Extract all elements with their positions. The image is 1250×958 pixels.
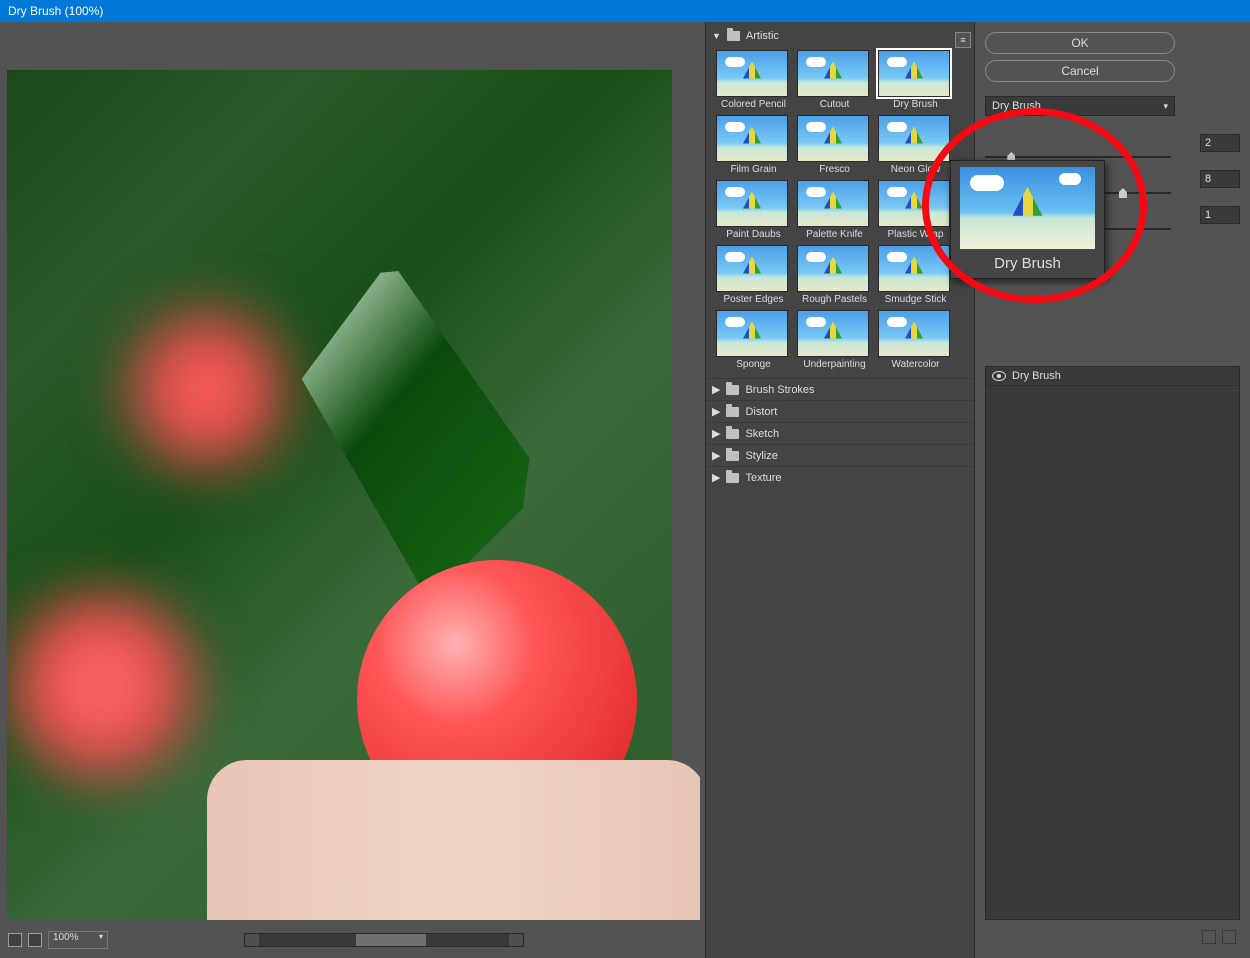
folder-icon [726, 407, 739, 417]
param-input-0[interactable] [1200, 134, 1240, 152]
preview-pane: 100% ▾ [0, 22, 705, 958]
filter-thumb-rough-pastels[interactable]: Rough Pastels [797, 245, 872, 305]
filter-thumb-palette-knife[interactable]: Palette Knife [797, 180, 872, 240]
category-brush-strokes[interactable]: ▶Brush Strokes [706, 378, 974, 400]
category-label: Artistic [746, 30, 779, 42]
folder-icon [726, 429, 739, 439]
triangle-right-icon: ▶ [712, 383, 720, 396]
preview-toolbar: 100% ▾ [8, 930, 698, 950]
filter-thumb-watercolor[interactable]: Watercolor [878, 310, 953, 370]
folder-icon [726, 451, 739, 461]
filter-thumb-dry-brush[interactable]: Dry Brush [878, 50, 953, 110]
new-effect-icon[interactable] [1202, 930, 1216, 944]
triangle-right-icon: ▶ [712, 471, 720, 484]
zoom-fit-button[interactable] [28, 933, 42, 947]
cancel-button[interactable]: Cancel [985, 60, 1175, 82]
category-distort[interactable]: ▶Distort [706, 400, 974, 422]
ok-button[interactable]: OK [985, 32, 1175, 54]
collapse-panel-icon[interactable]: ≡ [955, 32, 971, 48]
filter-thumb-plastic-wrap[interactable]: Plastic Wrap [878, 180, 953, 240]
filter-thumb-neon-glow[interactable]: Neon Glow [878, 115, 953, 175]
horizontal-scrollbar[interactable] [244, 933, 524, 947]
artistic-thumbnails: Colored PencilCutoutDry Brush Film GrainF… [706, 46, 974, 378]
param-input-1[interactable] [1200, 170, 1240, 188]
category-stylize[interactable]: ▶Stylize [706, 444, 974, 466]
param-input-2[interactable] [1200, 206, 1240, 224]
tooltip-thumbnail [960, 167, 1095, 249]
filter-thumb-fresco[interactable]: Fresco [797, 115, 872, 175]
filter-thumb-cutout[interactable]: Cutout [797, 50, 872, 110]
triangle-right-icon: ▶ [712, 405, 720, 418]
filter-gallery-pane: ▼ Artistic Colored PencilCutoutDry Brush… [705, 22, 975, 958]
folder-icon [726, 473, 739, 483]
tooltip-label: Dry Brush [994, 255, 1061, 272]
triangle-right-icon: ▶ [712, 449, 720, 462]
chevron-down-icon: ▾ [1163, 101, 1168, 112]
category-artistic[interactable]: ▼ Artistic [706, 26, 974, 46]
filter-thumb-film-grain[interactable]: Film Grain [716, 115, 791, 175]
title-bar: Dry Brush (100%) [0, 0, 1250, 22]
filter-thumb-underpainting[interactable]: Underpainting [797, 310, 872, 370]
filter-thumb-paint-daubs[interactable]: Paint Daubs [716, 180, 791, 240]
folder-icon [726, 385, 739, 395]
zoom-out-button[interactable] [8, 933, 22, 947]
window-title: Dry Brush (100%) [8, 4, 103, 18]
preview-viewport[interactable] [7, 70, 700, 932]
filter-thumb-colored-pencil[interactable]: Colored Pencil [716, 50, 791, 110]
filter-thumb-poster-edges[interactable]: Poster Edges [716, 245, 791, 305]
category-texture[interactable]: ▶Texture [706, 466, 974, 488]
triangle-right-icon: ▶ [712, 427, 720, 440]
preview-image [7, 70, 672, 920]
filter-dropdown[interactable]: Dry Brush ▾ [985, 96, 1175, 116]
filter-thumb-sponge[interactable]: Sponge [716, 310, 791, 370]
folder-icon [727, 31, 740, 41]
effect-row[interactable]: Dry Brush [986, 367, 1239, 386]
effect-footer [985, 926, 1240, 948]
delete-effect-icon[interactable] [1222, 930, 1236, 944]
param-slider-0[interactable] [985, 156, 1171, 158]
effect-layers-panel: Dry Brush [985, 366, 1240, 920]
zoom-select[interactable]: 100% ▾ [48, 931, 108, 949]
triangle-down-icon: ▼ [712, 31, 721, 41]
param-row-0 [985, 134, 1240, 152]
filter-tooltip: Dry Brush [950, 160, 1105, 279]
filter-thumb-smudge-stick[interactable]: Smudge Stick [878, 245, 953, 305]
visibility-eye-icon[interactable] [992, 371, 1006, 381]
category-sketch[interactable]: ▶Sketch [706, 422, 974, 444]
